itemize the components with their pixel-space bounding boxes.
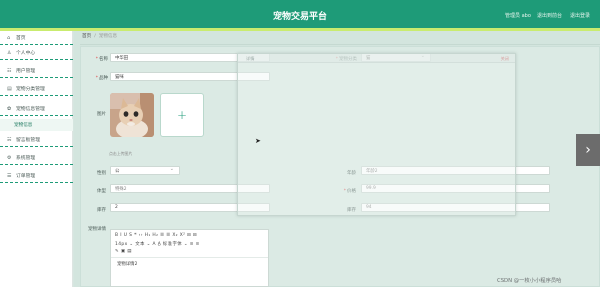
order-icon: ☰: [7, 172, 12, 179]
sidebar-item-system[interactable]: ⚙ 系统管理: [0, 151, 73, 165]
sidebar-item-label: 首页: [16, 36, 26, 41]
sidebar-item-users[interactable]: ☷ 用户管理: [0, 64, 73, 78]
image-upload-button[interactable]: +: [160, 93, 204, 137]
ghost-dialog-close[interactable]: 关闭: [501, 56, 509, 62]
sidebar-item-label: 宠物信息管理: [16, 107, 45, 112]
sidebar-item-category[interactable]: ▤ 宠物分类管理: [0, 82, 73, 96]
sidebar-item-profile[interactable]: ♙ 个人中心: [0, 46, 73, 60]
body-label: 体型: [97, 189, 106, 194]
sidebar-item-label: 宠物分类管理: [16, 87, 45, 92]
editor-toolbar-row-3[interactable]: ✎ ▣ ▤: [115, 249, 132, 254]
watermark: CSDN @一枚小小程序员哈: [497, 278, 562, 284]
breadcrumb-divider: [80, 44, 600, 45]
sidebar-item-label: 用户管理: [16, 69, 36, 74]
settings-icon: ⚙: [7, 154, 12, 161]
rich-text-editor[interactable]: B I U S ❝ ‹› H₁ H₂ ☰ ☰ X₂ X² ⊟ ⊟ 14px ⌄ …: [110, 229, 269, 287]
editor-toolbar-row-2[interactable]: 14px ⌄ 文本 ⌄ A A̲ 标准字体 ⌄ ≡ ≡: [115, 241, 200, 247]
sidebar-item-label: 系统管理: [16, 156, 36, 161]
home-icon: ⌂: [7, 34, 11, 41]
gender-label: 性别: [97, 171, 106, 176]
next-slide-button[interactable]: ›: [576, 134, 600, 166]
sidebar-item-label: 留言板管理: [16, 138, 40, 143]
sidebar-item-home[interactable]: ⌂ 首页: [0, 31, 73, 45]
detail-label: 宠物详情: [88, 227, 106, 232]
stock-label: 库存: [97, 208, 106, 213]
ghost-dialog[interactable]: 详情 关闭: [237, 53, 516, 216]
sidebar-item-orders[interactable]: ☰ 订单管理: [0, 169, 73, 183]
image-label: 图片: [97, 112, 106, 117]
sidebar-item-label: 订单管理: [16, 174, 36, 179]
category-icon: ▤: [7, 85, 12, 92]
breadcrumb: 首页 / 宠物信息: [82, 34, 118, 39]
users-icon: ☷: [7, 67, 12, 74]
admin-user-link[interactable]: 管理员 abo: [505, 12, 531, 19]
top-header: 宠物交易平台 管理员 abo 退出到前台 退出登录: [0, 0, 600, 30]
sidebar: ⌂ 首页 ♙ 个人中心 ☷ 用户管理 ▤ 宠物分类管理 ✿ 宠物信息管理 宠物信息 ☵ 留言…: [0, 31, 73, 287]
user-icon: ♙: [7, 49, 12, 56]
forum-icon: ☵: [7, 136, 12, 143]
sidebar-item-pets[interactable]: ✿ 宠物信息管理: [0, 102, 73, 116]
logout-link[interactable]: 退出登录: [570, 12, 590, 19]
ghost-dialog-titlebar: 详情 关闭: [238, 54, 515, 63]
breed-label: *品种: [95, 76, 108, 81]
pet-photo: [110, 93, 154, 137]
name-label: *名称: [95, 57, 108, 62]
breadcrumb-home[interactable]: 首页: [82, 34, 91, 39]
upload-hint: 点击上传图片: [109, 151, 133, 156]
gender-select[interactable]: 公: [110, 166, 180, 175]
breadcrumb-current: 宠物信息: [98, 34, 118, 39]
editor-toolbar-row-1[interactable]: B I U S ❝ ‹› H₁ H₂ ☰ ☰ X₂ X² ⊟ ⊟: [115, 233, 197, 238]
editor-content[interactable]: 宠物详情2: [117, 261, 137, 267]
ghost-dialog-title: 详情: [246, 56, 255, 61]
sidebar-subitem-pet-info[interactable]: 宠物信息: [0, 119, 73, 131]
mouse-cursor-icon: ➤: [255, 137, 261, 145]
pet-icon: ✿: [7, 105, 12, 112]
frontend-link[interactable]: 退出到前台: [537, 12, 562, 19]
editor-toolbar-divider: [111, 257, 268, 258]
sidebar-item-forum[interactable]: ☵ 留言板管理: [0, 133, 73, 147]
sidebar-item-label: 个人中心: [16, 51, 36, 56]
